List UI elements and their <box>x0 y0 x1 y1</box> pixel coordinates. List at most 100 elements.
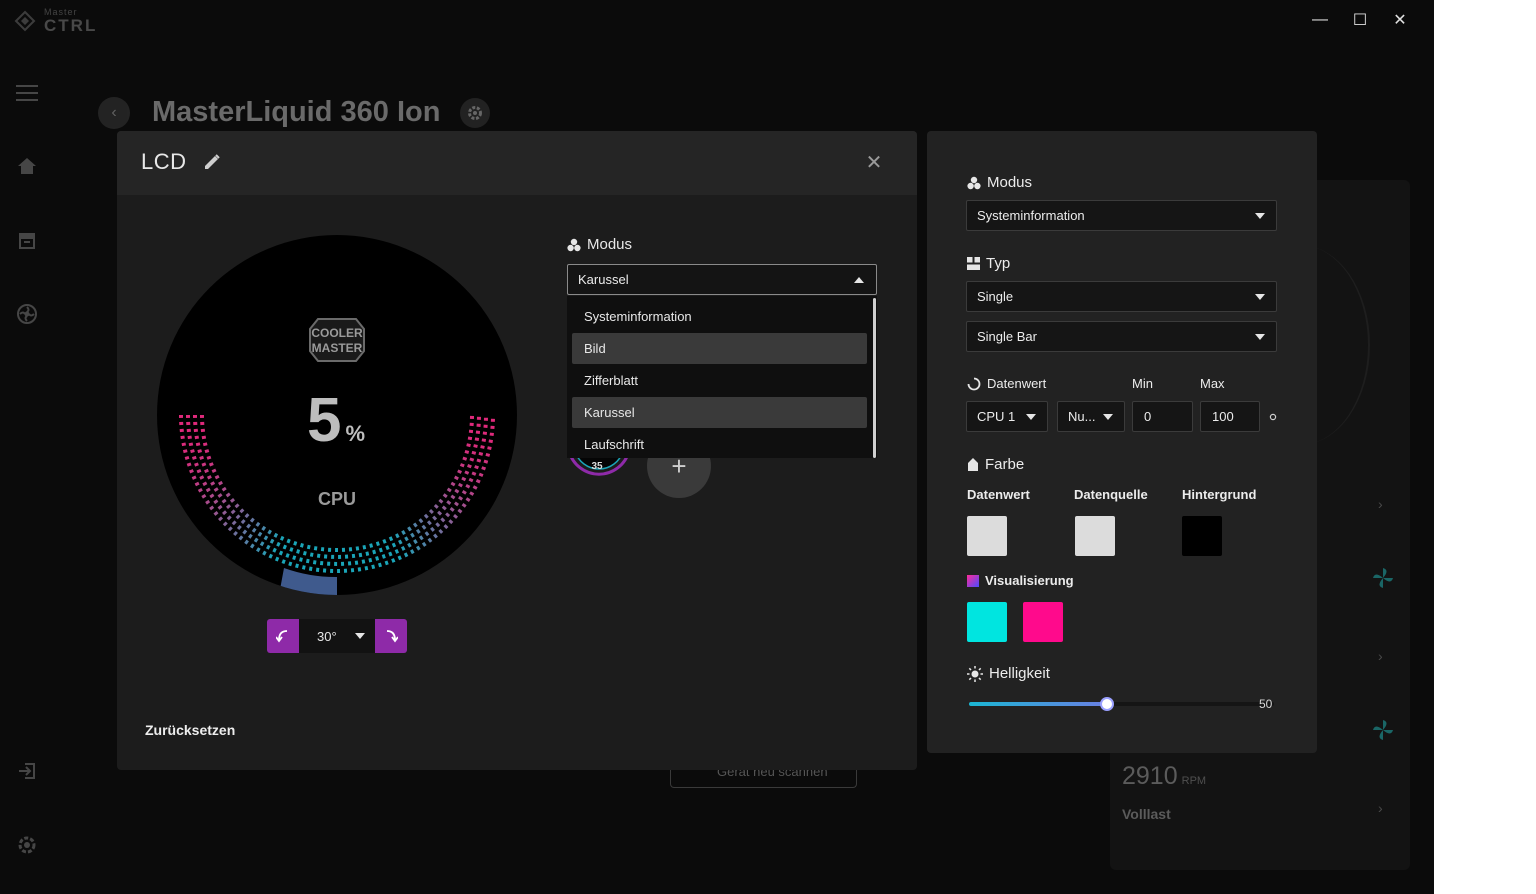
thumbnail-value: 35 <box>591 461 603 472</box>
home-icon[interactable] <box>16 155 38 177</box>
carousel-thumbnail[interactable]: 35 <box>567 450 631 499</box>
dropdown-scrollbar[interactable] <box>873 298 876 458</box>
preview-label: CPU <box>317 489 356 509</box>
helligkeit-section-label: Helligkeit <box>967 665 1050 682</box>
layout-icon <box>967 257 980 270</box>
min-label: Min <box>1132 376 1153 391</box>
gradient-icon <box>967 574 979 587</box>
lcd-preview: COOLER MASTER 5% CPU <box>157 235 517 595</box>
close-window-button[interactable]: ✕ <box>1388 8 1412 32</box>
brightness-fill <box>969 702 1107 706</box>
modus-section-text: Modus <box>987 174 1033 191</box>
login-icon[interactable] <box>16 760 38 782</box>
typ-select[interactable]: Single <box>966 281 1277 312</box>
settings-icon[interactable] <box>16 834 38 856</box>
minimize-button[interactable]: — <box>1308 8 1332 32</box>
datenwert-type-select[interactable]: Nu... <box>1057 401 1125 432</box>
option-bild[interactable]: Bild <box>572 333 867 364</box>
edit-icon[interactable] <box>203 153 221 171</box>
menu-icon[interactable] <box>16 82 38 104</box>
reset-button[interactable]: Zurücksetzen <box>145 722 235 738</box>
datenwert-type-value: Nu... <box>1068 409 1096 424</box>
profile-icon[interactable] <box>16 229 38 251</box>
rotation-value: 30° <box>317 628 337 644</box>
rpm-unit: RPM <box>1181 775 1207 787</box>
lcd-modus-label: Modus <box>567 236 632 253</box>
sidebar <box>0 70 56 870</box>
device-settings-icon[interactable] <box>460 97 491 128</box>
rotation-select[interactable]: 30° <box>299 619 375 653</box>
visualisierung-color-1[interactable] <box>967 602 1007 642</box>
farbe-section-text: Farbe <box>985 456 1025 473</box>
chevron-down-icon <box>1255 293 1265 300</box>
modus-select-value: Systeminformation <box>977 208 1085 223</box>
app-window: Master CTRL — ☐ ✕ ‹ MasterLiquid 360 Ion… <box>0 0 1434 894</box>
maximize-button[interactable]: ☐ <box>1348 8 1372 32</box>
modus-select[interactable]: Systeminformation <box>966 200 1277 231</box>
option-laufschrift[interactable]: Laufschrift <box>572 429 867 458</box>
typ-section-text: Typ <box>986 255 1011 272</box>
typ-section-label: Typ <box>967 255 1010 272</box>
visualisierung-section-label: Visualisierung <box>967 573 1074 588</box>
lcd-modus-selected: Karussel <box>578 272 629 287</box>
title-bar: Master CTRL — ☐ ✕ <box>0 0 1434 40</box>
refresh-icon <box>967 377 981 390</box>
rotation-control: 30° <box>267 619 407 653</box>
chevron-down-icon <box>1255 212 1265 219</box>
lcd-modus-options: Systeminformation Bild Zifferblatt Karus… <box>567 296 877 458</box>
app-logo: Master CTRL <box>14 8 97 34</box>
preview-number: 5 <box>306 386 344 455</box>
rotate-right-icon <box>386 630 398 643</box>
sun-icon <box>967 665 983 682</box>
datenwert-color-swatch[interactable] <box>967 516 1007 556</box>
datenwert-section-text: Datenwert <box>987 376 1047 391</box>
fan-mode-label: Volllast <box>1122 806 1171 822</box>
typ-select-value: Single <box>977 289 1014 304</box>
modus-section-label: Modus <box>967 174 1032 191</box>
rpm-readout: 2910 RPM <box>1122 762 1206 791</box>
chevron-right-icon[interactable]: › <box>1378 800 1383 816</box>
chevron-down-icon <box>1255 333 1265 340</box>
lcd-modus-dropdown[interactable]: Karussel <box>567 264 877 295</box>
datenwert-source-value: CPU 1 <box>977 409 1016 424</box>
paint-bucket-icon <box>968 457 978 471</box>
device-header: ‹ MasterLiquid 360 Ion <box>98 96 491 129</box>
lcd-modal-header: LCD ✕ <box>117 131 917 195</box>
chevron-down-icon <box>1026 413 1036 420</box>
visualisierung-section-text: Visualisierung <box>985 573 1074 588</box>
min-input[interactable]: 0 <box>1132 401 1193 432</box>
datenwert-source-select[interactable]: CPU 1 <box>966 401 1048 432</box>
datenquelle-color-swatch[interactable] <box>1075 516 1115 556</box>
option-karussel[interactable]: Karussel <box>572 397 867 428</box>
close-modal-button[interactable]: ✕ <box>863 151 885 174</box>
logo-line-1: COOLER <box>311 326 363 340</box>
back-button[interactable]: ‹ <box>98 96 130 129</box>
farbe-section-label: Farbe <box>967 456 1024 473</box>
chevron-down-icon <box>1103 413 1113 420</box>
brightness-value: 50 <box>1259 697 1273 711</box>
brightness-handle[interactable] <box>1100 697 1114 711</box>
modus-icon <box>567 238 581 251</box>
chevron-right-icon[interactable]: › <box>1378 496 1383 512</box>
max-label: Max <box>1200 376 1225 391</box>
option-systeminformation[interactable]: Systeminformation <box>572 301 867 332</box>
max-input[interactable]: 100 <box>1200 401 1260 432</box>
typ-style-value: Single Bar <box>977 329 1037 344</box>
modus-icon <box>967 176 981 189</box>
device-title: MasterLiquid 360 Ion <box>152 96 441 128</box>
typ-style-select[interactable]: Single Bar <box>966 321 1277 352</box>
app-logo-icon <box>14 10 36 32</box>
lcd-modal: LCD ✕ COOLER MASTER 5% CPU 30° Zurückset… <box>117 131 917 770</box>
hintergrund-color-swatch[interactable] <box>1182 516 1222 556</box>
chevron-right-icon[interactable]: › <box>1378 648 1383 664</box>
visualisierung-color-2[interactable] <box>1023 602 1063 642</box>
option-zifferblatt[interactable]: Zifferblatt <box>572 365 867 396</box>
pump-status-icon <box>1373 720 1393 740</box>
rotate-right-button[interactable] <box>375 619 407 653</box>
chevron-up-icon <box>854 276 864 283</box>
rpm-value: 2910 <box>1122 762 1178 790</box>
chevron-down-icon <box>355 633 365 639</box>
fan-icon[interactable] <box>16 303 38 325</box>
rotate-left-button[interactable] <box>267 619 299 653</box>
brightness-slider[interactable] <box>969 697 1274 711</box>
